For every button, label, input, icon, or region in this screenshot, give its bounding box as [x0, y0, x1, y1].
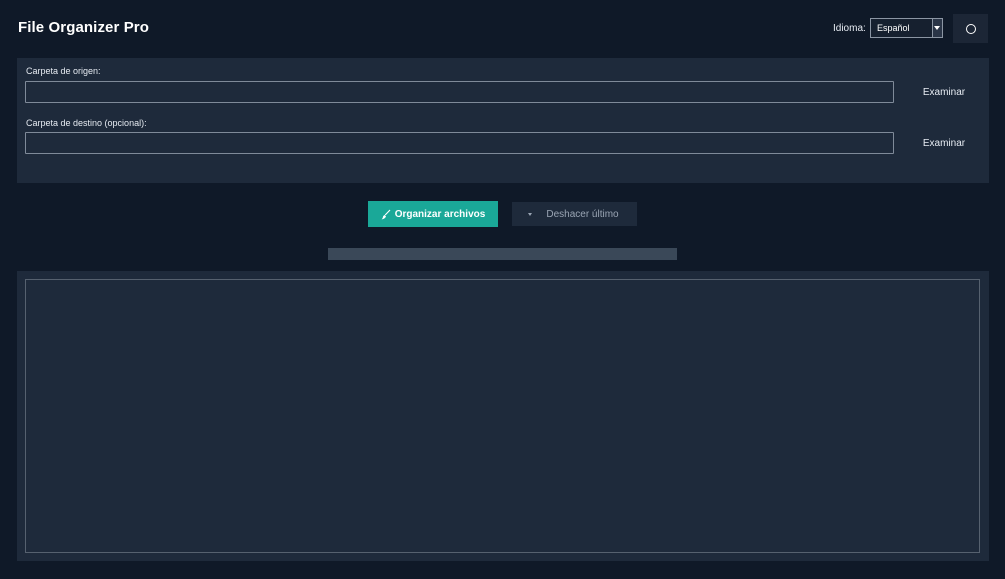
app-window: File Organizer Pro Idioma: Español Carpe… [0, 0, 1005, 579]
organize-files-button[interactable]: Organizar archivos [368, 201, 498, 227]
language-select-value: Español [877, 23, 910, 33]
destination-folder-label: Carpeta de destino (opcional): [26, 118, 147, 128]
source-browse-button[interactable]: Examinar [910, 87, 978, 98]
log-textarea[interactable] [25, 279, 980, 553]
undo-last-label: Deshacer último [546, 208, 619, 220]
undo-last-button[interactable]: Deshacer último [512, 202, 637, 226]
undo-icon [528, 212, 533, 216]
destination-browse-button[interactable]: Examinar [910, 138, 978, 149]
chevron-down-icon[interactable] [932, 19, 942, 37]
log-panel [17, 271, 989, 561]
folders-panel: Carpeta de origen: Examinar Carpeta de d… [17, 58, 989, 183]
language-select[interactable]: Español [870, 18, 943, 38]
source-folder-input[interactable] [25, 81, 894, 103]
theme-toggle-button[interactable] [953, 14, 988, 43]
organize-files-label: Organizar archivos [394, 208, 486, 220]
app-title: File Organizer Pro [18, 19, 149, 36]
source-folder-label: Carpeta de origen: [26, 66, 101, 76]
broom-icon [381, 209, 391, 219]
language-label: Idioma: [833, 23, 866, 34]
progress-bar [328, 248, 677, 260]
destination-folder-input[interactable] [25, 132, 894, 154]
circle-icon [966, 24, 976, 34]
